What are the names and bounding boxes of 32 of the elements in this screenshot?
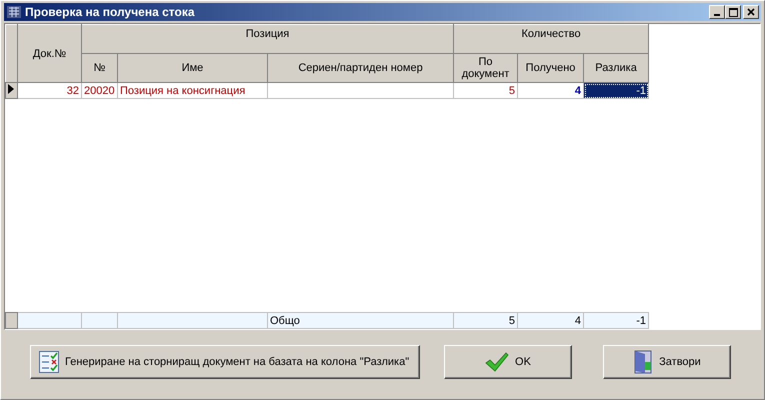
checklist-icon	[39, 351, 59, 373]
table-cell[interactable]: -1	[584, 82, 649, 98]
generate-button[interactable]: Генериране на сторниращ документ на базата на колона "Разлика"	[30, 345, 420, 379]
grid-icon	[6, 4, 22, 20]
table-cell: 32	[18, 82, 82, 98]
maximize-icon	[728, 8, 738, 16]
close-button[interactable]	[743, 5, 759, 19]
column-header[interactable]: №	[82, 54, 118, 82]
column-header[interactable]: Док.№	[18, 24, 82, 82]
checkmark-icon	[485, 352, 510, 372]
table-cell: Позиция на консигнация	[118, 82, 268, 98]
group-header: Количество	[454, 24, 649, 54]
column-header[interactable]: Получено	[518, 54, 584, 82]
column-header[interactable]: Сериен/партиден номер	[268, 54, 454, 82]
close-button[interactable]: Затвори	[603, 345, 731, 379]
total-cell: 5	[454, 312, 518, 328]
maximize-button[interactable]	[725, 5, 741, 19]
close-icon	[747, 8, 755, 16]
total-label: Общо	[268, 312, 454, 328]
total-cell: 4	[518, 312, 584, 328]
column-header[interactable]: Разлика	[584, 54, 649, 82]
door-icon	[633, 350, 654, 374]
total-cell: -1	[584, 312, 648, 328]
table-cell: 4	[518, 82, 584, 98]
column-header[interactable]: Име	[118, 54, 268, 82]
window-title: Проверка на получена стока	[25, 5, 196, 19]
table-cell: 20020	[82, 82, 118, 98]
table-cell: 5	[454, 82, 518, 98]
column-header[interactable]: По документ	[454, 54, 518, 82]
group-header: Позиция	[82, 24, 454, 54]
minimize-button[interactable]	[709, 5, 725, 19]
ok-button[interactable]: OK	[444, 345, 572, 379]
